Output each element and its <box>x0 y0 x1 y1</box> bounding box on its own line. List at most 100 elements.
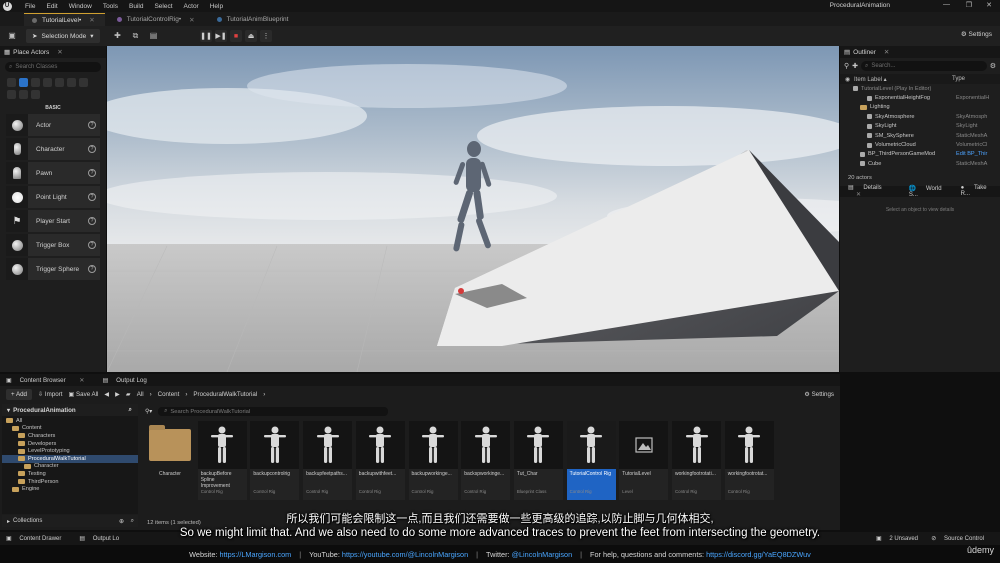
asset-tile[interactable]: TutorialControl Rig Control Rig <box>566 421 616 500</box>
recent-icon[interactable] <box>7 78 16 87</box>
asset-tile[interactable]: backupworkinge... Control Rig <box>408 421 458 500</box>
menu-edit[interactable]: Edit <box>46 3 57 10</box>
add-icon[interactable]: ✚ <box>852 62 858 70</box>
discord-link[interactable]: https://discord.gg/YaEQ8DZWuv <box>706 550 811 559</box>
actor-item-trigger-box[interactable]: Trigger Box ? <box>6 234 100 256</box>
asset-folder[interactable]: Character <box>145 421 194 500</box>
volumes-icon[interactable] <box>79 78 88 87</box>
cinematic-icon[interactable] <box>43 78 52 87</box>
outliner-row-type[interactable]: Edit BP_Thir <box>956 151 987 157</box>
place-actors-tab[interactable]: ▦ Place Actors ✕ <box>0 46 106 58</box>
close-icon[interactable]: ✕ <box>89 16 94 24</box>
folder-tree-item[interactable]: Characters <box>2 432 138 440</box>
outliner-row[interactable]: SkyLight SkyLight <box>840 122 1000 131</box>
settings-button[interactable]: ⚙ Settings <box>804 391 834 398</box>
level-viewport[interactable] <box>107 46 839 372</box>
visual-effects-icon[interactable] <box>55 78 64 87</box>
forward-icon[interactable]: ▶ <box>115 391 120 398</box>
help-icon[interactable]: ? <box>88 265 96 273</box>
outliner-row[interactable]: TutorialLevel (Play In Editor) <box>840 84 1000 93</box>
tab-world-settings[interactable]: 🌐 World S... <box>901 185 953 198</box>
asset-search-input[interactable]: ⌕ Search ProceduralWalkTutorial <box>158 407 389 416</box>
menu-help[interactable]: Help <box>210 3 223 10</box>
outliner-row[interactable]: ExponentialHeightFog ExponentialH <box>840 93 1000 102</box>
sources-title[interactable]: ▾ ProceduralAnimation ⌕ <box>2 404 138 416</box>
folder-tree-item[interactable]: ProceduralWalkTutorial <box>2 454 138 463</box>
outliner-search-input[interactable]: ⌕ Search... <box>861 61 987 71</box>
selection-mode-dropdown[interactable]: ➤ Selection Mode ▾ <box>26 29 100 43</box>
help-icon[interactable]: ? <box>88 193 96 201</box>
outliner-row[interactable]: BP_ThirdPersonGameMod Edit BP_Thir <box>840 150 1000 159</box>
lights-icon[interactable] <box>31 78 40 87</box>
settings-icon[interactable]: ⚙ <box>990 62 996 70</box>
website-link[interactable]: https://LMargison.com <box>219 550 291 559</box>
save-all-button[interactable]: ▣ Save All <box>68 391 98 398</box>
actor-item-pawn[interactable]: Pawn ? <box>6 162 100 184</box>
breadcrumb-all[interactable]: All <box>137 391 144 398</box>
basic-icon[interactable] <box>19 78 28 87</box>
breadcrumb-content[interactable]: Content <box>158 391 180 398</box>
tab-output-log[interactable]: ▤ Output Log <box>97 377 159 384</box>
asset-tile[interactable]: TutorialLevel Level <box>619 421 669 500</box>
back-icon[interactable]: ◀ <box>104 391 109 398</box>
folder-tree-item[interactable]: Content <box>2 425 138 433</box>
close-icon[interactable]: ✕ <box>73 377 90 384</box>
minimize-icon[interactable]: — <box>943 1 950 8</box>
all-classes-icon[interactable] <box>7 90 16 99</box>
asset-tile[interactable]: backupfeetpaths... Control Rig <box>303 421 353 500</box>
tab-tutorial-anim-blueprint[interactable]: TutorialAnimBlueprint <box>209 13 299 26</box>
help-icon[interactable]: ? <box>88 121 96 129</box>
help-icon[interactable]: ? <box>88 145 96 153</box>
column-item-label[interactable]: Item Label ▴ <box>854 76 887 83</box>
import-button[interactable]: ⇩ Import <box>38 391 62 398</box>
menu-build[interactable]: Build <box>129 3 143 10</box>
search-icon[interactable]: ⌕ <box>129 406 132 414</box>
settings-button[interactable]: ⚙ Settings <box>961 30 992 38</box>
save-icon[interactable]: ▣ <box>6 30 18 42</box>
blueprint-icon[interactable]: ⧉ <box>130 30 142 42</box>
tab-tutorial-control-rig[interactable]: TutorialControlRig• ✕ <box>109 13 205 26</box>
tab-content-browser[interactable]: ▣ Content Browser ✕ <box>0 377 97 384</box>
actor-item-trigger-sphere[interactable]: Trigger Sphere ? <box>6 258 100 280</box>
more-icon[interactable]: ⋮ <box>260 30 272 42</box>
close-icon[interactable]: ✕ <box>848 192 869 198</box>
asset-tile[interactable]: backupwithfeet... Control Rig <box>355 421 405 500</box>
menu-window[interactable]: Window <box>69 3 92 10</box>
column-type[interactable]: Type <box>952 76 965 82</box>
menu-select[interactable]: Select <box>154 3 172 10</box>
twitter-link[interactable]: @LincolnMargison <box>512 550 573 559</box>
actor-item-point-light[interactable]: Point Light ? <box>6 186 100 208</box>
help-icon[interactable]: ? <box>88 169 96 177</box>
asset-tile[interactable]: backupBefore Spline Improvement Control R… <box>197 421 247 500</box>
actor-item-player-start[interactable]: ⚑ Player Start ? <box>6 210 100 232</box>
actor-item-character[interactable]: Character ? <box>6 138 100 160</box>
outliner-row[interactable]: Lighting <box>840 103 1000 112</box>
tab-take-recorder[interactable]: ● Take R... <box>953 185 1000 197</box>
menu-tools[interactable]: Tools <box>103 3 118 10</box>
actor-item-actor[interactable]: Actor ? <box>6 114 100 136</box>
filter-icon[interactable]: ⚲ <box>844 62 849 70</box>
close-window-icon[interactable]: ✕ <box>986 1 992 9</box>
folder-tree-item[interactable]: Engine <box>2 485 138 493</box>
close-icon[interactable]: ✕ <box>57 48 62 56</box>
unreal-logo-icon[interactable]: U <box>0 0 14 12</box>
add-button[interactable]: + Add <box>6 388 32 400</box>
folder-tree-item[interactable]: Character <box>2 463 138 471</box>
folder-tree-item[interactable]: Developers <box>2 440 138 448</box>
folder-tree-item[interactable]: All <box>2 417 138 425</box>
asset-tile[interactable]: backspworkinge... Control Rig <box>461 421 511 500</box>
outliner-tab[interactable]: ▤ Outliner ✕ <box>840 46 1000 58</box>
menu-file[interactable]: File <box>25 3 35 10</box>
menu-actor[interactable]: Actor <box>184 3 199 10</box>
search-classes-input[interactable]: ⌕ Search Classes <box>5 62 101 72</box>
asset-tile[interactable]: workingfootrotati... Control Rig <box>672 421 721 500</box>
outliner-row[interactable]: SkyAtmosphere SkyAtmosph <box>840 112 1000 121</box>
eject-icon[interactable]: ⏏ <box>245 30 257 42</box>
help-icon[interactable]: ? <box>88 241 96 249</box>
youtube-link[interactable]: https://youtube.com/@LincolnMargison <box>342 550 468 559</box>
tab-tutorial-level[interactable]: TutorialLevel• ✕ <box>24 13 105 26</box>
shapes-icon[interactable] <box>19 90 28 99</box>
sequencer-icon[interactable]: ▤ <box>148 30 160 42</box>
folder-tree-item[interactable]: ThirdPerson <box>2 478 138 486</box>
close-icon[interactable]: ✕ <box>189 16 194 24</box>
